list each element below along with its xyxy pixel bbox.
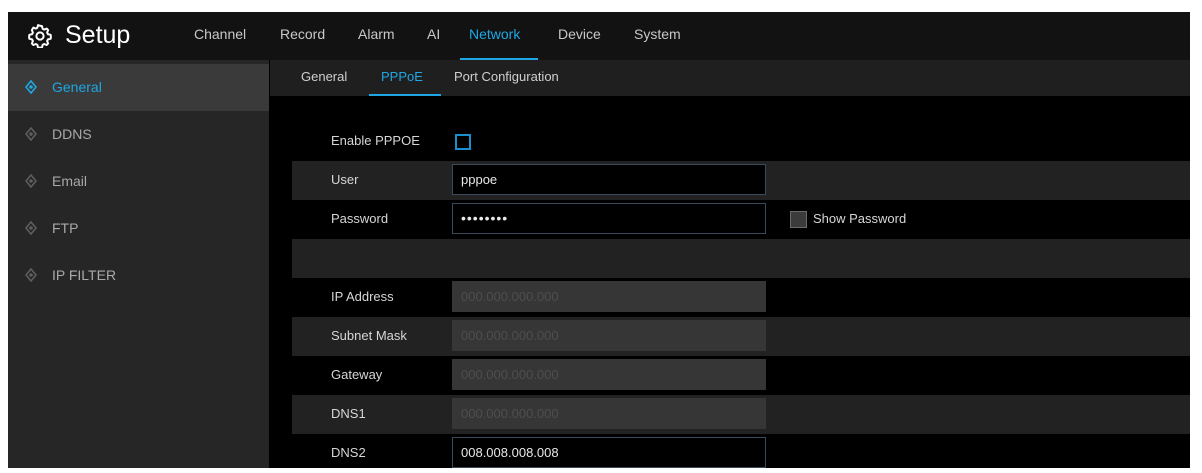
dns1-label: DNS1 [331, 406, 366, 421]
tab-general[interactable]: General [301, 69, 347, 84]
subnet-mask-input: 000.000.000.000 [452, 320, 766, 351]
sub-tabs: General PPPoE Port Configuration [270, 60, 1190, 96]
diamond-icon [25, 268, 37, 282]
main-panel: General PPPoE Port Configuration Enable … [270, 60, 1190, 468]
gear-icon [28, 24, 52, 48]
gateway-row: Gateway 000.000.000.000 [292, 356, 1190, 395]
show-password-label[interactable]: Show Password [813, 211, 906, 226]
diamond-icon [25, 174, 37, 188]
gateway-label: Gateway [331, 367, 383, 382]
tab-pppoe[interactable]: PPPoE [381, 69, 423, 84]
user-input[interactable]: pppoe [452, 164, 766, 195]
diamond-icon [25, 127, 37, 141]
user-label: User [331, 172, 359, 187]
setup-window: Setup Channel Record Alarm AI Network De… [8, 12, 1190, 468]
subnet-mask-row: Subnet Mask 000.000.000.000 [292, 317, 1190, 356]
sidebar-item-label: IP FILTER [52, 267, 117, 283]
password-row: Password •••••••• Show Password [292, 200, 1190, 239]
show-password-checkbox[interactable] [790, 211, 807, 228]
sidebar-item-ftp[interactable]: FTP [8, 205, 269, 252]
nav-device[interactable]: Device [558, 26, 601, 42]
dns1-row: DNS1 000.000.000.000 [292, 395, 1190, 434]
ip-address-input: 000.000.000.000 [452, 281, 766, 312]
ip-address-label: IP Address [331, 289, 394, 304]
dns1-input: 000.000.000.000 [452, 398, 766, 429]
diamond-icon [25, 80, 37, 94]
nav-record[interactable]: Record [280, 26, 325, 42]
gateway-input: 000.000.000.000 [452, 359, 766, 390]
divider-row [292, 239, 1190, 278]
sidebar-item-ddns[interactable]: DDNS [8, 111, 269, 158]
user-row: User pppoe [292, 161, 1190, 200]
dns2-row: DNS2 008.008.008.008 [292, 434, 1190, 473]
sidebar: General DDNS Email FTP IP FILTER [8, 60, 269, 468]
active-tab-indicator [369, 94, 441, 96]
password-label: Password [331, 211, 389, 226]
page-title: Setup [65, 21, 131, 49]
top-bar: Setup Channel Record Alarm AI Network De… [8, 12, 1190, 60]
nav-ai[interactable]: AI [427, 26, 440, 42]
nav-alarm[interactable]: Alarm [358, 26, 395, 42]
sidebar-item-label: DDNS [52, 126, 92, 142]
sidebar-item-label: FTP [52, 220, 79, 236]
enable-pppoe-row: Enable PPPOE [292, 122, 1190, 161]
enable-pppoe-label: Enable PPPOE [331, 133, 420, 148]
password-input[interactable]: •••••••• [452, 203, 766, 234]
sidebar-item-ip-filter[interactable]: IP FILTER [8, 252, 269, 299]
dns2-input[interactable]: 008.008.008.008 [452, 437, 766, 468]
enable-pppoe-checkbox[interactable] [455, 134, 471, 150]
nav-system[interactable]: System [634, 26, 681, 42]
tab-port-configuration[interactable]: Port Configuration [454, 69, 559, 84]
sidebar-item-general[interactable]: General [8, 64, 269, 111]
diamond-icon [25, 221, 37, 235]
sidebar-item-email[interactable]: Email [8, 158, 269, 205]
subnet-mask-label: Subnet Mask [331, 328, 407, 343]
nav-network[interactable]: Network [469, 26, 520, 42]
nav-channel[interactable]: Channel [194, 26, 246, 42]
dns2-label: DNS2 [331, 445, 366, 460]
sidebar-item-label: Email [52, 173, 88, 189]
ip-address-row: IP Address 000.000.000.000 [292, 278, 1190, 317]
sidebar-item-label: General [52, 79, 102, 95]
